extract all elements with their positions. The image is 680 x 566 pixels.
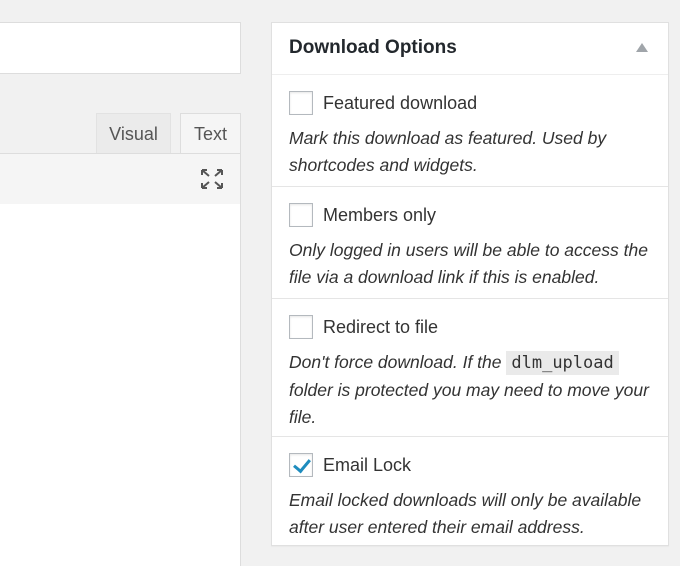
redirect-to-file-description: Don't force download. If the dlm_upload … <box>289 349 651 431</box>
redirect-to-file-label[interactable]: Redirect to file <box>323 317 438 338</box>
metabox-header[interactable]: Download Options <box>272 23 668 75</box>
redirect-desc-before: Don't force download. If the <box>289 352 502 372</box>
option-redirect-to-file: Redirect to file Don't force download. I… <box>272 299 668 437</box>
members-only-description: Only logged in users will be able to acc… <box>289 240 648 287</box>
collapse-toggle-icon[interactable] <box>636 43 648 52</box>
option-members-only: Members only Only logged in users will b… <box>272 187 668 299</box>
fullscreen-icon[interactable] <box>200 168 224 190</box>
dlm-upload-code: dlm_upload <box>506 351 619 375</box>
post-title-input[interactable] <box>0 22 241 74</box>
redirect-desc-after: folder is protected you may need to move… <box>289 380 649 427</box>
tab-text[interactable]: Text <box>180 113 241 154</box>
download-options-metabox: Download Options Featured download Mark … <box>271 22 669 546</box>
metabox-title: Download Options <box>289 37 457 58</box>
members-only-checkbox[interactable] <box>289 203 313 227</box>
email-lock-description: Email locked downloads will only be avai… <box>289 490 642 537</box>
editor-textarea[interactable] <box>0 204 241 566</box>
redirect-to-file-checkbox[interactable] <box>289 315 313 339</box>
option-email-lock: Email Lock Email locked downloads will o… <box>272 437 668 547</box>
option-featured-download: Featured download Mark this download as … <box>272 75 668 187</box>
featured-download-checkbox[interactable] <box>289 91 313 115</box>
email-lock-label[interactable]: Email Lock <box>323 455 411 476</box>
members-only-label[interactable]: Members only <box>323 205 436 226</box>
featured-download-description: Mark this download as featured. Used by … <box>289 128 607 175</box>
featured-download-label[interactable]: Featured download <box>323 93 477 114</box>
tab-visual[interactable]: Visual <box>96 113 171 154</box>
email-lock-checkbox[interactable] <box>289 453 313 477</box>
